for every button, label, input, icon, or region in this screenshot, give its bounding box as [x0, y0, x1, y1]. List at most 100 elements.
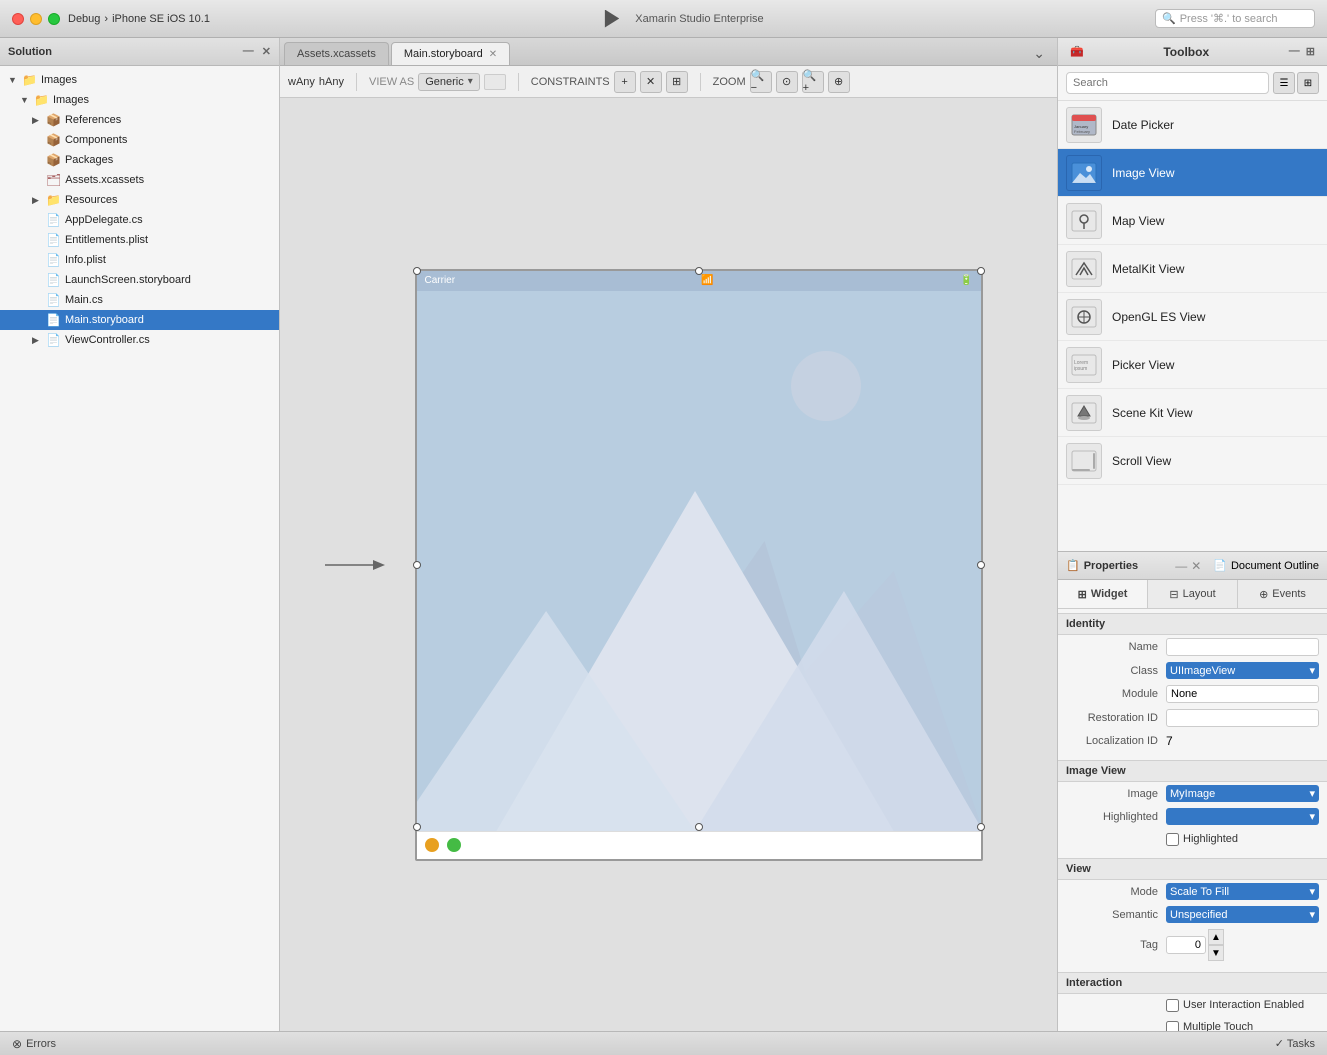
- module-input[interactable]: [1166, 685, 1319, 703]
- properties-close-icon[interactable]: —: [1175, 559, 1187, 573]
- zoom-out-button[interactable]: 🔍−: [750, 71, 772, 93]
- tab-widget[interactable]: ⊞ Widget: [1058, 580, 1148, 608]
- zoom-reset-button[interactable]: ⊙: [776, 71, 798, 93]
- tag-input[interactable]: [1166, 936, 1206, 954]
- titlebar-debug-info: Debug › iPhone SE iOS 10.1: [68, 13, 210, 25]
- props-row-module: Module: [1058, 682, 1327, 706]
- toolbox-item-image-view[interactable]: Image View: [1058, 149, 1327, 197]
- tab-dropdown-icon[interactable]: ⌄: [1033, 45, 1045, 62]
- restoration-input[interactable]: [1166, 709, 1319, 727]
- tab-close-icon[interactable]: ✕: [489, 49, 497, 60]
- sidebar-item-components[interactable]: 📦 Components: [0, 130, 279, 150]
- cs-file-icon: 📄: [46, 333, 61, 347]
- play-button[interactable]: [601, 10, 619, 28]
- chevron-down-icon: ▾: [1309, 885, 1315, 898]
- toolbox-search-input[interactable]: [1066, 72, 1269, 94]
- tab-layout[interactable]: ⊟ Layout: [1148, 580, 1238, 608]
- folder-icon: 📁: [46, 193, 61, 207]
- sidebar-item-entitlements[interactable]: 📄 Entitlements.plist: [0, 230, 279, 250]
- tag-increment-button[interactable]: ▲: [1208, 929, 1224, 945]
- sidebar-item-packages[interactable]: 📦 Packages: [0, 150, 279, 170]
- remove-constraint-button[interactable]: ✕: [640, 71, 662, 93]
- sidebar-item-maincs[interactable]: 📄 Main.cs: [0, 290, 279, 310]
- mode-dropdown[interactable]: Scale To Fill ▾: [1166, 883, 1319, 900]
- toolbox-item-scroll[interactable]: Scroll View: [1058, 437, 1327, 485]
- sidebar-item-viewcontroller[interactable]: ▶ 📄 ViewController.cs: [0, 330, 279, 350]
- toolbox-item-scenekit[interactable]: Scene Kit View: [1058, 389, 1327, 437]
- sidebar-item-appdelegate[interactable]: 📄 AppDelegate.cs: [0, 210, 279, 230]
- titlebar-search[interactable]: 🔍 Press '⌘.' to search: [1155, 9, 1315, 28]
- resize-handle-top-left[interactable]: [413, 267, 421, 275]
- highlighted-checkbox[interactable]: [1166, 833, 1179, 846]
- canvas-area[interactable]: Carrier 📶 🔋: [280, 98, 1057, 1031]
- semantic-dropdown[interactable]: Unspecified ▾: [1166, 906, 1319, 923]
- maximize-button[interactable]: [48, 13, 60, 25]
- interaction-section-title: Interaction: [1058, 972, 1327, 994]
- sidebar-item-launchscreen[interactable]: 📄 LaunchScreen.storyboard: [0, 270, 279, 290]
- name-input[interactable]: [1166, 638, 1319, 656]
- panel-view-icon[interactable]: ⊞: [1306, 45, 1315, 58]
- tab-mainstoryboard[interactable]: Main.storyboard ✕: [391, 42, 510, 65]
- sidebar-item-references[interactable]: ▶ 📦 References: [0, 110, 279, 130]
- sidebar-item-assets[interactable]: 🗂 Assets.xcassets: [0, 170, 279, 190]
- tasks-icon: ✓: [1275, 1038, 1284, 1050]
- properties-close-button[interactable]: ✕: [1191, 559, 1201, 573]
- tab-events[interactable]: ⊕ Events: [1238, 580, 1327, 608]
- traffic-lights: [12, 13, 60, 25]
- sidebar-item-images-root[interactable]: ▼ 📁 Images: [0, 70, 279, 90]
- generic-dropdown[interactable]: Generic ▾: [418, 73, 480, 91]
- sidebar-item-resources[interactable]: ▶ 📁 Resources: [0, 190, 279, 210]
- constraint-options-button[interactable]: ⊞: [666, 71, 688, 93]
- zoom-in-button[interactable]: 🔍+: [802, 71, 824, 93]
- status-left: ⊗ Errors: [12, 1037, 56, 1051]
- sidebar: Solution — ✕ ▼ 📁 Images ▼ 📁 Images ▶ �: [0, 38, 280, 1031]
- add-constraint-button[interactable]: +: [614, 71, 636, 93]
- properties-header: 📋 Properties — ✕ 📄 Document Outline: [1058, 552, 1327, 580]
- highlighted-dropdown[interactable]: ▾: [1166, 808, 1319, 825]
- sidebar-minimize-icon[interactable]: —: [243, 45, 254, 58]
- sidebar-item-mainstoryboard[interactable]: 📄 Main.storyboard: [0, 310, 279, 330]
- widget-tab-label: Widget: [1091, 588, 1128, 600]
- device-preview-icon[interactable]: [484, 74, 506, 90]
- tasks-button[interactable]: ✓ Tasks: [1275, 1037, 1315, 1050]
- image-dropdown[interactable]: MyImage ▾: [1166, 785, 1319, 802]
- tab-assets[interactable]: Assets.xcassets: [284, 42, 389, 65]
- resize-handle-middle-left[interactable]: [413, 561, 421, 569]
- toolbox-items-list: January February Date Picker Image View: [1058, 101, 1327, 551]
- multiple-touch-field: Multiple Touch: [1166, 1021, 1319, 1032]
- resize-handle-bottom-right[interactable]: [977, 823, 985, 831]
- toolbox-item-map-view[interactable]: Map View: [1058, 197, 1327, 245]
- toolbox-item-opengl[interactable]: OpenGL ES View: [1058, 293, 1327, 341]
- user-interaction-checkbox[interactable]: [1166, 999, 1179, 1012]
- expand-arrow-icon: ▶: [32, 115, 42, 126]
- panel-minimize-icon[interactable]: —: [1289, 45, 1300, 58]
- grid-view-button[interactable]: ⊞: [1297, 72, 1319, 94]
- storyboard-file-icon: 📄: [46, 273, 61, 287]
- sidebar-item-infoplist[interactable]: 📄 Info.plist: [0, 250, 279, 270]
- sidebar-close-icon[interactable]: ✕: [262, 45, 271, 58]
- list-view-button[interactable]: ☰: [1273, 72, 1295, 94]
- resize-handle-middle-right[interactable]: [977, 561, 985, 569]
- toolbox-item-picker[interactable]: Lorem ipsum Picker View: [1058, 341, 1327, 389]
- resize-handle-top-right[interactable]: [977, 267, 985, 275]
- minimize-button[interactable]: [30, 13, 42, 25]
- resize-handle-top-center[interactable]: [695, 267, 703, 275]
- toolbox-title: Toolbox: [1163, 45, 1209, 59]
- errors-button[interactable]: ⊗ Errors: [12, 1037, 56, 1051]
- document-outline-label[interactable]: Document Outline: [1231, 560, 1319, 572]
- zoom-fit-button[interactable]: ⊕: [828, 71, 850, 93]
- resize-handle-bottom-left[interactable]: [413, 823, 421, 831]
- sidebar-item-label: Info.plist: [65, 254, 106, 266]
- toolbox-item-metalkit[interactable]: MetalKit View: [1058, 245, 1327, 293]
- tag-decrement-button[interactable]: ▼: [1208, 945, 1224, 961]
- resize-handle-bottom-center[interactable]: [695, 823, 703, 831]
- multiple-touch-checkbox[interactable]: [1166, 1021, 1179, 1032]
- toolbox-item-date-picker[interactable]: January February Date Picker: [1058, 101, 1327, 149]
- sidebar-item-images-sub[interactable]: ▼ 📁 Images: [0, 90, 279, 110]
- layout-tab-label: Layout: [1183, 588, 1216, 600]
- class-field: UIImageView ▾: [1166, 662, 1319, 679]
- class-dropdown[interactable]: UIImageView ▾: [1166, 662, 1319, 679]
- close-button[interactable]: [12, 13, 24, 25]
- props-row-multiple-touch: Multiple Touch: [1058, 1016, 1327, 1031]
- props-row-user-interaction: User Interaction Enabled: [1058, 994, 1327, 1016]
